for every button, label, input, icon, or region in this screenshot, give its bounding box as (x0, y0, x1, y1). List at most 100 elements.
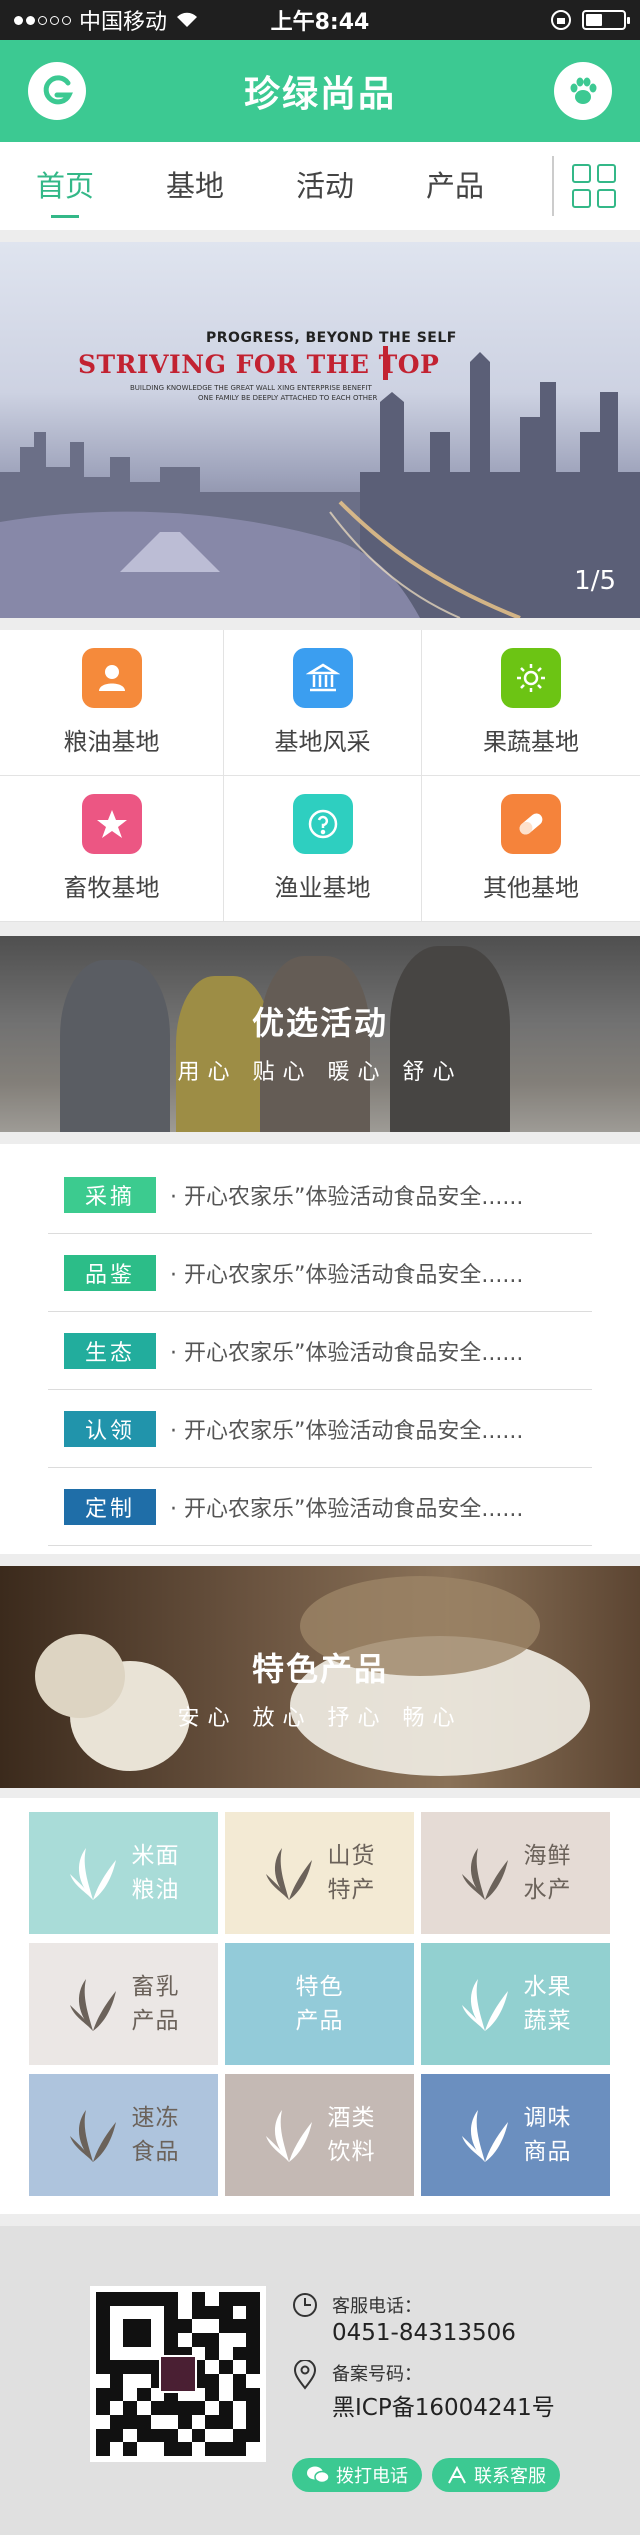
category-base-style[interactable]: 基地风采 (224, 630, 422, 776)
qr-module (219, 2388, 233, 2402)
category-livestock[interactable]: 畜牧基地 (0, 776, 224, 922)
qr-module (246, 2415, 260, 2429)
qr-module (246, 2360, 260, 2374)
qr-module (178, 2429, 192, 2443)
product-seasoning[interactable]: 调味 商品 (421, 2074, 610, 2196)
category-other[interactable]: 其他基地 (422, 776, 640, 922)
product-drinks[interactable]: 酒类 饮料 (225, 2074, 414, 2196)
product-mountain-goods[interactable]: 山货 特产 (225, 1812, 414, 1934)
qr-module (123, 2347, 137, 2361)
call-button-label: 拨打电话 (336, 2466, 408, 2487)
qr-module (246, 2428, 260, 2443)
product-label: 特色 产品 (295, 1974, 344, 2034)
qr-module (137, 2428, 151, 2443)
activity-item[interactable]: 生态 · 开心农家乐”体验活动食品安全...... (48, 1312, 592, 1390)
qr-module (164, 2401, 178, 2415)
activity-tag: 认领 (64, 1410, 156, 1447)
category-fishery[interactable]: 渔业基地 (224, 776, 422, 922)
product-dairy[interactable]: 畜乳 产品 (29, 1943, 218, 2065)
person-icon (81, 648, 142, 708)
qr-module (96, 2333, 110, 2347)
qr-logo (159, 2355, 197, 2393)
paw-button[interactable] (553, 62, 612, 120)
grid-menu-icon[interactable] (572, 164, 616, 208)
category-grid: 粮油基地 基地风采 果蔬基地 畜牧基地 渔业基地 其他基地 (0, 630, 640, 922)
activity-item[interactable]: 采摘 · 开心农家乐”体验活动食品安全...... (48, 1156, 592, 1234)
status-right (550, 9, 630, 31)
product-fruit-veg[interactable]: 水果 蔬菜 (421, 1943, 610, 2065)
qr-module (109, 2415, 124, 2429)
qr-module (109, 2374, 124, 2388)
contact-service-button[interactable]: 联系客服 (432, 2458, 560, 2492)
qr-module (109, 2292, 124, 2306)
leaf-icon (265, 2110, 312, 2162)
category-fruit-veg[interactable]: 果蔬基地 (422, 630, 640, 776)
product-label: 山货 特产 (327, 1843, 376, 1903)
category-grain-oil[interactable]: 粮油基地 (0, 630, 224, 776)
product-banner-title: 特色产品 (251, 1650, 388, 1688)
product-label: 速冻 食品 (131, 2105, 180, 2165)
qr-module (178, 2401, 192, 2415)
product-frozen[interactable]: 速冻 食品 (29, 2074, 218, 2196)
banner-counter: 1/5 (574, 566, 616, 596)
page-title: 珍绿尚品 (243, 74, 396, 115)
activity-text: · 开心农家乐”体验活动食品安全...... (170, 1496, 524, 1522)
hero-banner[interactable]: PROGRESS, BEYOND THE SELF STRIVING FOR T… (0, 242, 640, 618)
product-label: 调味 商品 (523, 2105, 572, 2165)
qr-module (110, 2442, 124, 2456)
qr-module (219, 2415, 233, 2429)
tab-base[interactable]: 基地 (130, 142, 260, 230)
qr-module (219, 2401, 233, 2415)
tab-activity[interactable]: 活动 (260, 142, 390, 230)
tab-home[interactable]: 首页 (0, 142, 130, 230)
qr-module (137, 2360, 151, 2374)
activity-item[interactable]: 认领 · 开心农家乐”体验活动食品安全...... (48, 1390, 592, 1468)
qr-module (96, 2346, 110, 2361)
call-button[interactable]: 拨打电话 (292, 2458, 422, 2492)
qr-module (246, 2401, 260, 2415)
qr-module (123, 2429, 137, 2443)
activity-banner[interactable]: 优选活动 用心 贴心 暖心 舒心 (0, 936, 640, 1132)
question-icon (292, 794, 353, 854)
activity-item[interactable]: 品鉴 · 开心农家乐”体验活动食品安全...... (48, 1234, 592, 1312)
qr-module (246, 2374, 260, 2388)
qr-module (151, 2319, 165, 2333)
qr-module (219, 2429, 233, 2443)
star-icon (81, 794, 142, 854)
qr-module (205, 2292, 219, 2306)
service-phone-row: 客服电话： 0451-84313506 (292, 2292, 555, 2346)
leaf-icon (69, 1979, 116, 2031)
qr-module (137, 2442, 151, 2456)
activity-item[interactable]: 定制 · 开心农家乐”体验活动食品安全...... (48, 1468, 592, 1546)
wechat-icon (307, 2466, 330, 2484)
qr-module (96, 2305, 110, 2320)
product-specialty[interactable]: 特色 产品 (225, 1943, 414, 2065)
qr-module (246, 2319, 260, 2333)
qr-module (205, 2374, 219, 2388)
qr-module (233, 2333, 247, 2347)
qr-module (96, 2319, 110, 2333)
qr-module (151, 2333, 165, 2347)
qr-module (137, 2347, 151, 2361)
wifi-icon (177, 12, 198, 27)
activity-text: · 开心农家乐”体验活动食品安全...... (170, 1262, 524, 1288)
qr-module (205, 2360, 219, 2374)
product-grain-oil[interactable]: 米面 粮油 (29, 1812, 218, 1934)
logo-button[interactable] (28, 62, 86, 120)
qr-module (192, 2415, 206, 2429)
qr-module (151, 2442, 165, 2456)
tab-products[interactable]: 产品 (390, 142, 520, 230)
contact-service-button-label: 联系客服 (474, 2466, 546, 2487)
qr-module (178, 2442, 192, 2456)
qr-module (110, 2401, 124, 2415)
activity-text: · 开心农家乐”体验活动食品安全...... (170, 1340, 524, 1366)
product-seafood[interactable]: 海鲜 水产 (421, 1812, 610, 1934)
carrier-label: 中国移动 (79, 10, 168, 35)
banner-sub-2: ONE FAMILY BE DEEPLY ATTACHED TO EACH OT… (198, 394, 378, 402)
icp-number: 黑ICP备16004241号 (332, 2395, 555, 2421)
qr-module (96, 2387, 110, 2402)
qr-module (178, 2292, 192, 2306)
qr-module (232, 2387, 247, 2402)
qr-module (110, 2333, 124, 2347)
product-banner[interactable]: 特色产品 安心 放心 抒心 畅心 (0, 1566, 640, 1788)
